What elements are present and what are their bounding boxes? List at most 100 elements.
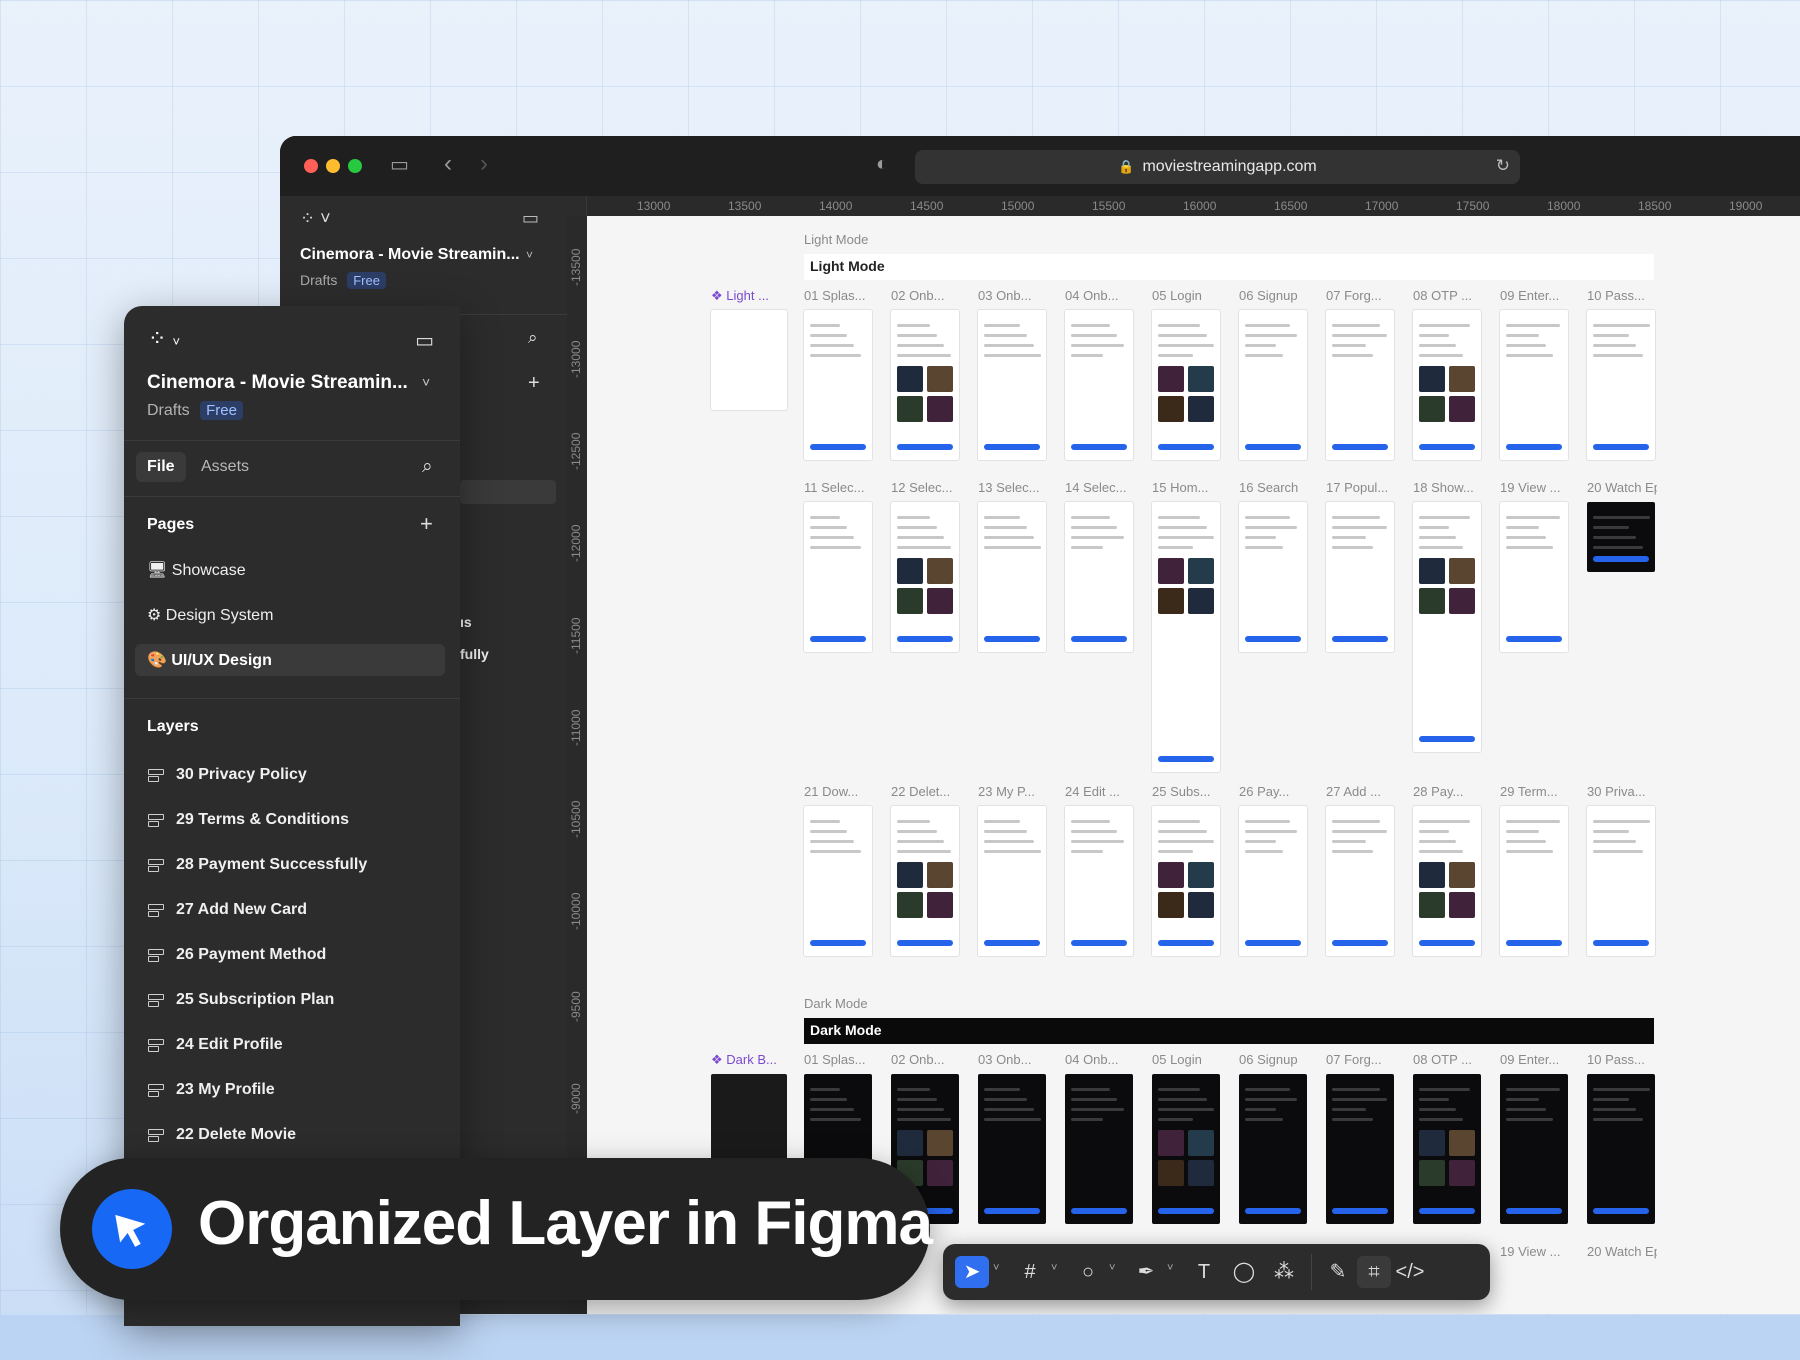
- screen-frame[interactable]: [978, 310, 1046, 460]
- frame-label[interactable]: 25 Subs...: [1152, 784, 1222, 799]
- layer-item[interactable]: 28 Payment Successfully: [148, 856, 367, 874]
- screen-frame[interactable]: [891, 502, 959, 652]
- frame-label[interactable]: 07 Forg...: [1326, 1052, 1396, 1067]
- page-item-showcase[interactable]: 🖥 Showcase: [135, 554, 445, 586]
- chevron-down-icon[interactable]: ˅: [993, 1262, 999, 1274]
- frame-label[interactable]: 15 Hom...: [1152, 480, 1222, 495]
- screen-frame[interactable]: [978, 1074, 1046, 1224]
- screen-frame[interactable]: [891, 310, 959, 460]
- screen-frame[interactable]: [1239, 1074, 1307, 1224]
- frame-label[interactable]: 04 Onb...: [1065, 288, 1135, 303]
- frame-label[interactable]: 01 Splas...: [804, 1052, 874, 1067]
- screen-frame[interactable]: [1326, 1074, 1394, 1224]
- figma-logo-icon[interactable]: ⁘ ˅: [300, 208, 331, 229]
- shape-tool-icon[interactable]: ○: [1071, 1256, 1105, 1288]
- chevron-down-icon[interactable]: ˅: [526, 248, 533, 262]
- frame-label[interactable]: 02 Onb...: [891, 1052, 961, 1067]
- frame-label[interactable]: 05 Login: [1152, 288, 1222, 303]
- back-arrow-icon[interactable]: ‹: [444, 150, 452, 178]
- screen-frame[interactable]: [1065, 1074, 1133, 1224]
- component-frame[interactable]: [711, 1074, 787, 1160]
- maximize-window-dot[interactable]: [348, 159, 362, 173]
- frame-label[interactable]: 08 OTP ...: [1413, 1052, 1483, 1067]
- layer-item[interactable]: 26 Payment Method: [148, 946, 326, 964]
- screen-frame[interactable]: [978, 502, 1046, 652]
- forward-arrow-icon[interactable]: ›: [480, 150, 488, 178]
- frame-label[interactable]: 30 Priva...: [1587, 784, 1657, 799]
- screen-frame[interactable]: [1065, 806, 1133, 956]
- chevron-down-icon[interactable]: ˅: [1051, 1262, 1057, 1274]
- shield-icon[interactable]: ◐: [876, 153, 888, 176]
- frame-label[interactable]: 20 Watch Eposide: [1587, 1244, 1657, 1259]
- components-tool-icon[interactable]: ⁂: [1267, 1256, 1301, 1288]
- frame-label[interactable]: 08 OTP ...: [1413, 288, 1483, 303]
- tab-assets[interactable]: Assets: [201, 458, 249, 476]
- screen-frame[interactable]: [1413, 1074, 1481, 1224]
- component-label[interactable]: ❖ Light ...: [711, 288, 781, 304]
- url-bar[interactable]: 🔒 moviestreamingapp.com ↻: [915, 150, 1520, 184]
- screen-frame[interactable]: [891, 806, 959, 956]
- screen-frame[interactable]: [1413, 310, 1481, 460]
- frame-label[interactable]: 09 Enter...: [1500, 288, 1570, 303]
- chevron-down-icon[interactable]: ˅: [422, 374, 430, 390]
- add-icon[interactable]: +: [528, 372, 540, 395]
- dev-mode-icon[interactable]: </>: [1393, 1256, 1427, 1288]
- frame-label[interactable]: 24 Edit ...: [1065, 784, 1135, 799]
- add-page-icon[interactable]: +: [420, 511, 433, 537]
- screen-frame[interactable]: [1239, 502, 1307, 652]
- close-window-dot[interactable]: [304, 159, 318, 173]
- screen-frame[interactable]: [804, 310, 872, 460]
- panel-toggle-icon[interactable]: ▭: [522, 208, 539, 229]
- layer-item[interactable]: 25 Subscription Plan: [148, 991, 334, 1009]
- screen-frame[interactable]: [1065, 502, 1133, 652]
- component-label[interactable]: ❖ Dark B...: [711, 1052, 781, 1068]
- layer-item[interactable]: 30 Privacy Policy: [148, 766, 307, 784]
- screen-frame[interactable]: [804, 806, 872, 956]
- frame-label[interactable]: 29 Term...: [1500, 784, 1570, 799]
- screen-frame[interactable]: [1587, 310, 1655, 460]
- chevron-down-icon[interactable]: ˅: [1167, 1262, 1173, 1274]
- sidebar-toggle-icon[interactable]: ▭: [390, 152, 409, 177]
- screen-frame[interactable]: [1500, 1074, 1568, 1224]
- screen-frame[interactable]: [1239, 310, 1307, 460]
- frame-label[interactable]: 16 Search: [1239, 480, 1309, 495]
- screen-frame[interactable]: [1500, 806, 1568, 956]
- text-tool-icon[interactable]: T: [1187, 1256, 1221, 1288]
- screen-frame[interactable]: [1152, 310, 1220, 460]
- frame-label[interactable]: 01 Splas...: [804, 288, 874, 303]
- search-icon[interactable]: ⌕: [422, 456, 433, 478]
- frame-label[interactable]: 13 Selec...: [978, 480, 1048, 495]
- screen-frame[interactable]: [1413, 806, 1481, 956]
- panel-toggle-icon[interactable]: ▭: [415, 328, 434, 353]
- frame-label[interactable]: 07 Forg...: [1326, 288, 1396, 303]
- layer-item[interactable]: 22 Delete Movie: [148, 1126, 296, 1144]
- frame-label[interactable]: 05 Login: [1152, 1052, 1222, 1067]
- frame-label[interactable]: 04 Onb...: [1065, 1052, 1135, 1067]
- frame-label[interactable]: 06 Signup: [1239, 288, 1309, 303]
- frame-label[interactable]: 19 View ...: [1500, 480, 1570, 495]
- screen-frame[interactable]: [1065, 310, 1133, 460]
- layer-item[interactable]: 23 My Profile: [148, 1081, 275, 1099]
- frame-label[interactable]: 03 Onb...: [978, 1052, 1048, 1067]
- frame-label[interactable]: 21 Dow...: [804, 784, 874, 799]
- frame-label[interactable]: 11 Selec...: [804, 480, 874, 495]
- project-title[interactable]: Cinemora - Movie Streamin...: [147, 372, 408, 394]
- frame-label[interactable]: 10 Pass...: [1587, 288, 1657, 303]
- frame-label[interactable]: 26 Pay...: [1239, 784, 1309, 799]
- figma-logo-icon[interactable]: ⁘ ˅: [148, 326, 180, 352]
- frame-label[interactable]: 19 View ...: [1500, 1244, 1570, 1259]
- page-item-uiux-design[interactable]: 🎨 UI/UX Design: [135, 644, 445, 676]
- frame-label[interactable]: 09 Enter...: [1500, 1052, 1570, 1067]
- chevron-down-icon[interactable]: ˅: [1109, 1262, 1115, 1274]
- screen-frame[interactable]: [1500, 310, 1568, 460]
- screen-frame[interactable]: [1587, 1074, 1655, 1224]
- tab-file[interactable]: File: [136, 452, 186, 482]
- pen-tool-icon[interactable]: ✒: [1129, 1256, 1163, 1288]
- draw-mode-icon[interactable]: ✎: [1321, 1256, 1355, 1288]
- frame-label[interactable]: 14 Selec...: [1065, 480, 1135, 495]
- screen-frame[interactable]: [1326, 502, 1394, 652]
- frame-label[interactable]: 02 Onb...: [891, 288, 961, 303]
- minimize-window-dot[interactable]: [326, 159, 340, 173]
- screen-frame[interactable]: [1326, 310, 1394, 460]
- screen-frame[interactable]: [1326, 806, 1394, 956]
